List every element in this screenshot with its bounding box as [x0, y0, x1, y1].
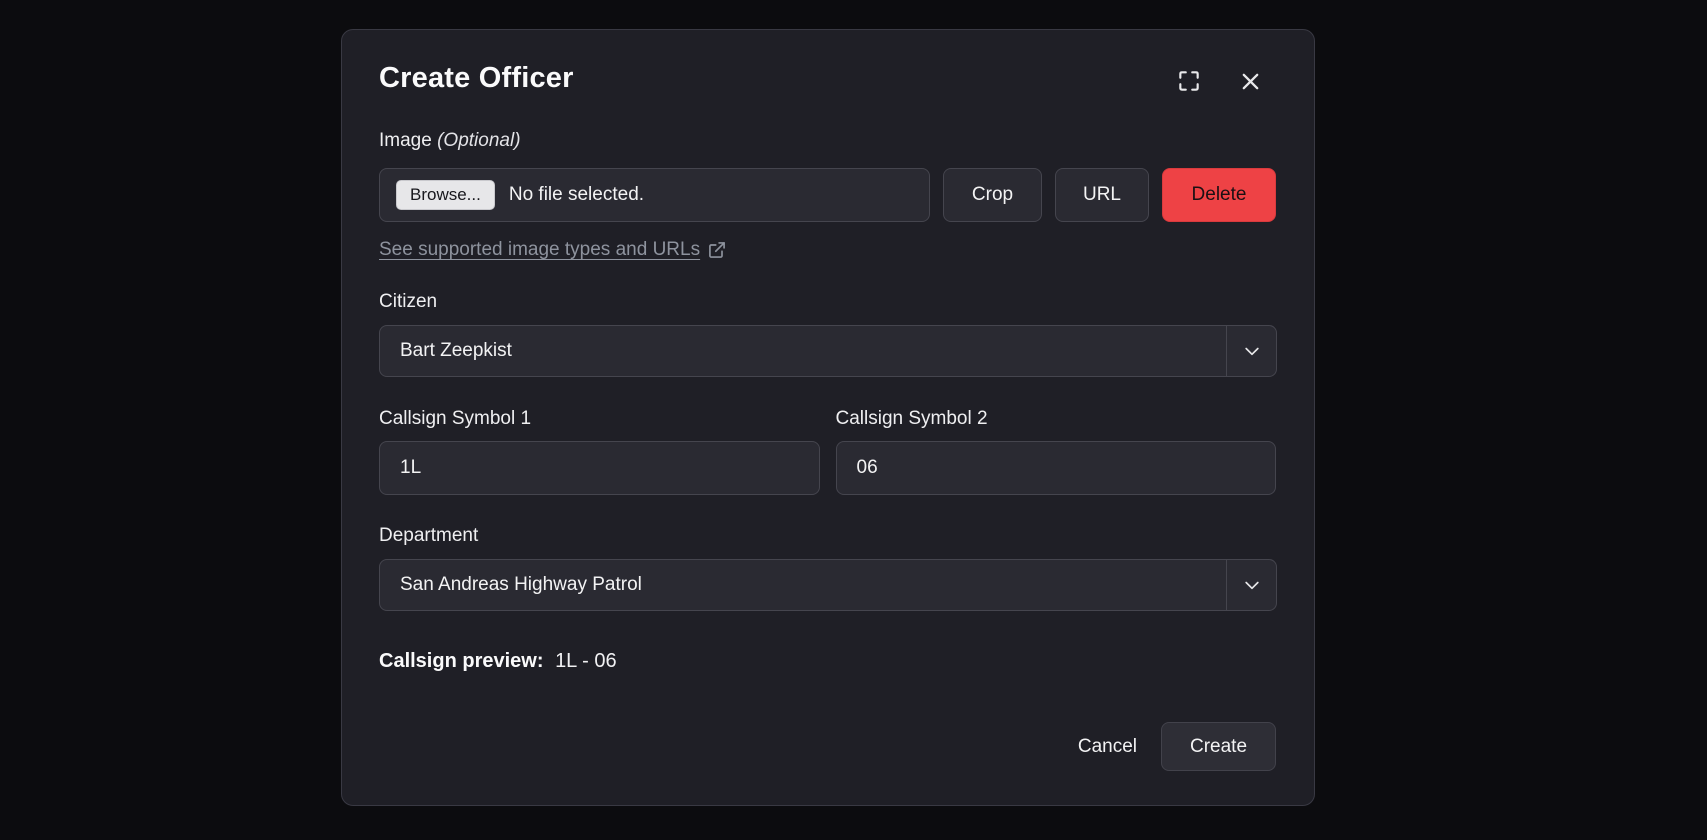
image-label: Image [379, 130, 432, 151]
delete-button[interactable]: Delete [1162, 168, 1276, 222]
citizen-select[interactable]: Bart Zeepkist [379, 325, 1277, 377]
file-input[interactable]: Browse... No file selected. [379, 168, 930, 222]
department-label: Department [379, 525, 479, 546]
url-button[interactable]: URL [1055, 168, 1149, 222]
callsign1-input[interactable] [379, 441, 820, 495]
supported-image-types-link[interactable]: See supported image types and URLs [379, 239, 727, 261]
external-link-icon [707, 240, 727, 260]
page-title: Create Officer [379, 62, 574, 94]
crop-button[interactable]: Crop [943, 168, 1042, 222]
callsign-preview-value: 1L - 06 [555, 650, 617, 672]
modal-header: Create Officer [379, 58, 1276, 102]
callsign2-field: Callsign Symbol 2 [835, 407, 1276, 495]
chevron-down-icon [1226, 326, 1276, 376]
browse-button[interactable]: Browse... [396, 180, 495, 210]
close-icon[interactable] [1239, 70, 1262, 93]
callsign1-field: Callsign Symbol 1 [379, 407, 820, 495]
image-field-label: Image (Optional) [379, 129, 1276, 153]
callsign2-input[interactable] [835, 441, 1276, 495]
callsign-preview: Callsign preview: 1L - 06 [379, 650, 1276, 673]
optional-label: (Optional) [437, 130, 521, 151]
callsign-row: Callsign Symbol 1 Callsign Symbol 2 [379, 407, 1276, 495]
citizen-select-value: Bart Zeepkist [400, 340, 512, 361]
callsign1-label: Callsign Symbol 1 [379, 408, 532, 429]
department-select-value: San Andreas Highway Patrol [400, 574, 642, 595]
image-upload-row: Browse... No file selected. Crop URL Del… [379, 168, 1276, 222]
callsign2-label: Callsign Symbol 2 [835, 408, 988, 429]
modal-footer: Cancel Create [379, 722, 1276, 771]
citizen-label: Citizen [379, 291, 438, 312]
create-officer-modal: Create Officer Image (Optional) Browse..… [341, 29, 1315, 806]
department-select[interactable]: San Andreas Highway Patrol [379, 559, 1277, 611]
file-status-text: No file selected. [508, 184, 645, 205]
header-icons [1176, 68, 1262, 94]
supported-link-text: See supported image types and URLs [379, 239, 701, 260]
supported-link-row: See supported image types and URLs [379, 239, 1276, 261]
cancel-button[interactable]: Cancel [1078, 736, 1137, 758]
callsign-preview-label: Callsign preview: [379, 650, 544, 672]
fullscreen-icon[interactable] [1176, 68, 1202, 94]
create-button[interactable]: Create [1161, 722, 1276, 771]
chevron-down-icon [1226, 560, 1276, 610]
